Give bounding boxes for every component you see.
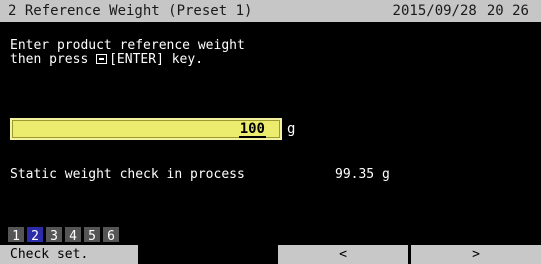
- check-set-button[interactable]: Check set.: [0, 245, 138, 264]
- instruction-prefix: then press: [10, 52, 89, 67]
- weighing-terminal-screen: 2 Reference Weight (Preset 1) 2015/09/28…: [0, 0, 541, 264]
- datetime: 2015/09/28 20 26: [393, 0, 529, 22]
- screen-title: 2 Reference Weight (Preset 1): [8, 3, 253, 19]
- title-bar: 2 Reference Weight (Preset 1) 2015/09/28…: [0, 0, 541, 22]
- enter-key-icon: [96, 54, 108, 64]
- instruction-text: Enter product reference weight then pres…: [10, 39, 245, 67]
- function-key-bar: Check set. < >: [0, 242, 541, 264]
- weight-unit: g: [287, 121, 296, 137]
- time: 20 26: [486, 3, 529, 19]
- current-weight-readout: 99.35 g: [335, 167, 390, 182]
- next-button[interactable]: >: [411, 245, 541, 264]
- instruction-line-1: Enter product reference weight: [10, 38, 245, 53]
- main-area: Enter product reference weight then pres…: [0, 22, 541, 246]
- status-label: Static weight check in process: [10, 167, 245, 182]
- previous-button[interactable]: <: [278, 245, 408, 264]
- reference-weight-input[interactable]: 100: [10, 118, 282, 140]
- instruction-suffix: [ENTER] key.: [109, 52, 204, 67]
- date: 2015/09/28: [392, 3, 477, 19]
- reference-weight-value: 100: [238, 121, 266, 138]
- instruction-line-2: then press [ENTER] key.: [10, 53, 245, 67]
